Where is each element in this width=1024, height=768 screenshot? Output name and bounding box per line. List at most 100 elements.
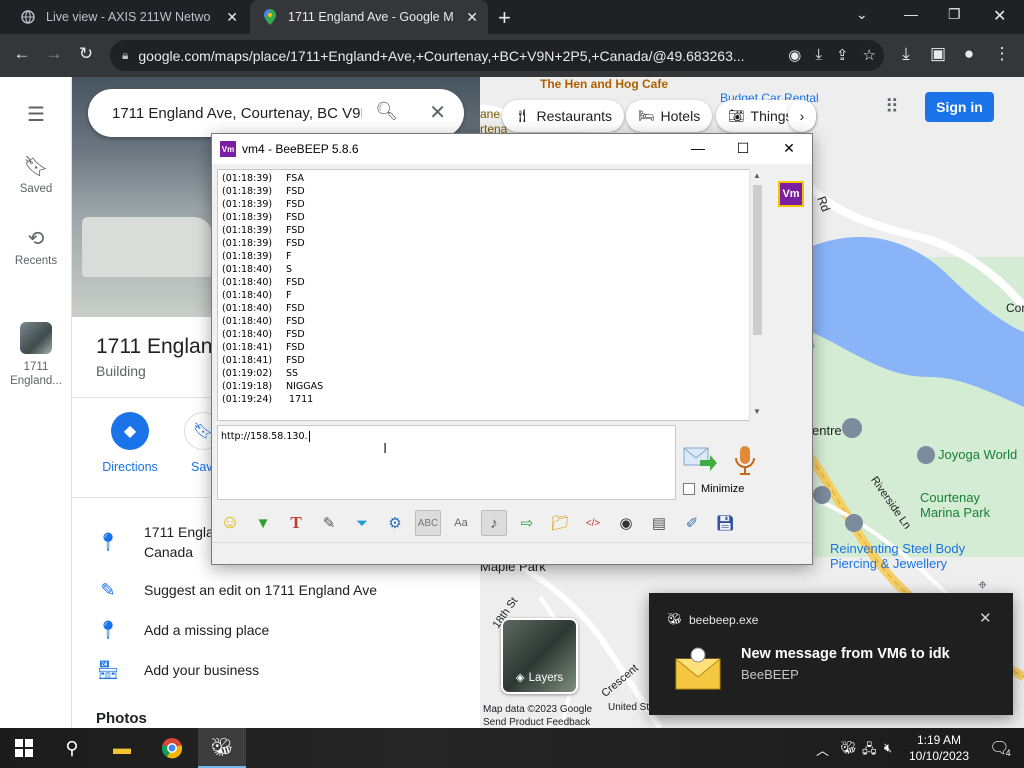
close-notification-icon[interactable]: ✕ [979,609,992,627]
lock-icon[interactable]: 🔒︎ [122,48,128,63]
user-avatar-badge[interactable]: Vm [778,181,804,207]
apps-grid-icon[interactable]: ⠿ [885,96,899,119]
action-center-button[interactable]: 🗨︎ 4 [976,728,1024,768]
beebeep-taskbar-button[interactable]: 🐝︎ [198,728,246,768]
music-icon[interactable]: ♪ [481,510,507,536]
chat-line: (01:18:40) FSD [222,302,760,315]
map-poi-label[interactable]: Courtenay Marina Park [920,490,1010,520]
close-tab-icon[interactable]: ✕ [226,9,238,26]
minimize-icon[interactable]: — [688,140,708,156]
search-button[interactable]: ⚲ [48,728,96,768]
close-tab-icon[interactable]: ✕ [466,9,478,26]
profile-avatar-icon[interactable]: ● [957,44,981,64]
chat-line: (01:18:39) FSD [222,237,760,250]
tab-google-maps[interactable]: 1711 England Ave - Google Map ✕ [250,0,488,34]
font-icon[interactable]: T [283,510,309,536]
scroll-up-icon[interactable]: ▲ [753,171,761,180]
close-window-icon[interactable]: ✕ [993,6,1006,26]
message-input[interactable]: http://158.58.130. [217,425,676,500]
clear-search-icon[interactable]: ✕ [429,100,446,125]
pen-icon[interactable]: ✎ [316,510,342,536]
back-icon[interactable]: ← [10,44,34,64]
map-poi-label[interactable]: Joyoga World [938,447,1017,462]
file-explorer-button[interactable]: ▬ [98,728,146,768]
settings-icon[interactable]: ⚙ [382,510,408,536]
directions-button[interactable]: ◆ Directions [95,412,165,474]
minimize-icon[interactable]: — [904,6,918,22]
bookmark-star-icon[interactable]: ☆ [863,46,876,64]
emoticon-icon[interactable]: ☺ [217,510,243,536]
chat-scrollbar[interactable]: ▲ ▼ [749,169,765,421]
beebeep-titlebar[interactable]: Vm vm4 - BeeBEEP 5.8.6 — ☐ ✕ [212,134,812,164]
checkbox-box[interactable] [683,483,695,495]
recents-button[interactable]: ⟲ Recents [0,226,72,267]
start-button[interactable] [0,728,48,768]
google-lens-icon[interactable]: ◉ [788,46,801,64]
voice-message-button[interactable] [733,444,757,476]
camera-icon: 📷︎ [728,108,745,123]
folder-icon[interactable]: 📁︎ [547,510,573,536]
send-file-icon[interactable]: ⇨ [514,510,540,536]
chat-log[interactable]: (01:18:39) FSA (01:18:39) FSD (01:18:39) FSD(… [217,169,765,421]
screenshot-icon[interactable]: ◉ [613,510,639,536]
edit-icon[interactable]: ✐ [679,510,705,536]
volume-muted-icon[interactable]: 🔇︎ [884,740,892,756]
layers-button[interactable]: ◈ Layers [501,618,578,694]
save-button[interactable]: 🔖︎ Save [168,412,222,474]
system-clock[interactable]: 1:19 AM 10/10/2023 [905,732,973,764]
archive-icon[interactable]: ▤ [646,510,672,536]
code-icon[interactable]: </> [580,510,606,536]
install-app-icon[interactable]: ⤓ [815,46,822,64]
recent-place-item[interactable]: 1711 England... [0,322,72,388]
reload-icon[interactable]: ↻ [74,44,98,64]
map-poi-label: entre [812,423,842,438]
map-poi-label[interactable]: The Hen and Hog Cafe [540,77,668,91]
sign-in-button[interactable]: Sign in [925,92,994,122]
filter-icon[interactable]: ⏷ [349,510,375,536]
new-tab-icon[interactable]: + [498,5,511,31]
saved-button[interactable]: 🔖︎ Saved [0,154,72,195]
chrome-button[interactable] [148,728,196,768]
spellcheck-icon[interactable]: ABC [415,510,441,536]
chips-next-button[interactable]: › [788,100,816,132]
address-bar[interactable]: 🔒︎ google.com/maps/place/1711+England+Av… [110,40,884,71]
more-menu-icon[interactable]: ⋮ [990,44,1014,64]
show-hidden-icons-icon[interactable]: ︿ [816,740,829,759]
maximize-icon[interactable]: ☐ [733,140,753,157]
map-poi-label[interactable]: Reinventing Steel Body Piercing & Jewell… [830,541,980,571]
text-icon[interactable]: Aa [448,510,474,536]
scroll-thumb[interactable] [753,185,762,335]
menu-button[interactable]: ☰ [0,102,72,131]
search-icon: ⚲ [65,737,79,758]
tab-axis-live-view[interactable]: Live view - AXIS 211W Network ✕ [8,0,248,34]
restore-icon[interactable]: ❐ [948,6,961,23]
search-input[interactable]: 1711 England Ave, Courtenay, BC V9N [112,105,362,122]
search-box[interactable]: 1711 England Ave, Courtenay, BC V9N 🔍︎ ✕ [88,89,464,137]
add-missing-place-row[interactable]: 📍︎ Add a missing place [72,620,480,641]
tab-search-icon[interactable]: ⌄ [856,6,868,23]
chat-message: F [286,290,292,301]
downloads-icon[interactable]: ⤓ [894,44,918,64]
close-window-icon[interactable]: ✕ [779,140,799,157]
send-button[interactable] [682,442,718,476]
search-icon[interactable]: 🔍︎ [375,101,398,122]
chat-line: (01:18:39) F [222,250,760,263]
send-feedback-link[interactable]: Send Product Feedback [483,717,590,728]
color-icon[interactable]: ▼ [250,510,276,536]
chip-hotels[interactable]: 🛏︎ Hotels [626,100,713,132]
maps-pin-icon [262,9,278,25]
directions-label: Directions [102,460,158,474]
save-icon[interactable]: 💾︎ [712,510,738,536]
chip-restaurants[interactable]: 🍴︎ Restaurants [502,100,624,132]
minimize-checkbox[interactable]: Minimize [683,483,744,495]
notification-toast[interactable]: 🐝︎ beebeep.exe ✕ New message from VM6 to… [649,593,1013,715]
side-panel-icon[interactable]: ▣ [926,44,950,64]
forward-icon[interactable]: → [42,44,66,64]
share-icon[interactable]: ⇪ [836,46,849,64]
network-icon[interactable]: 🖧︎ [862,740,877,762]
map-poi-label: ane [480,107,501,121]
scroll-down-icon[interactable]: ▼ [753,407,761,416]
add-business-row[interactable]: 🏪︎ Add your business [72,660,480,681]
beebeep-tray-icon[interactable]: 🐝︎ [840,740,857,756]
suggest-edit-row[interactable]: ✎ Suggest an edit on 1711 England Ave [72,580,480,601]
